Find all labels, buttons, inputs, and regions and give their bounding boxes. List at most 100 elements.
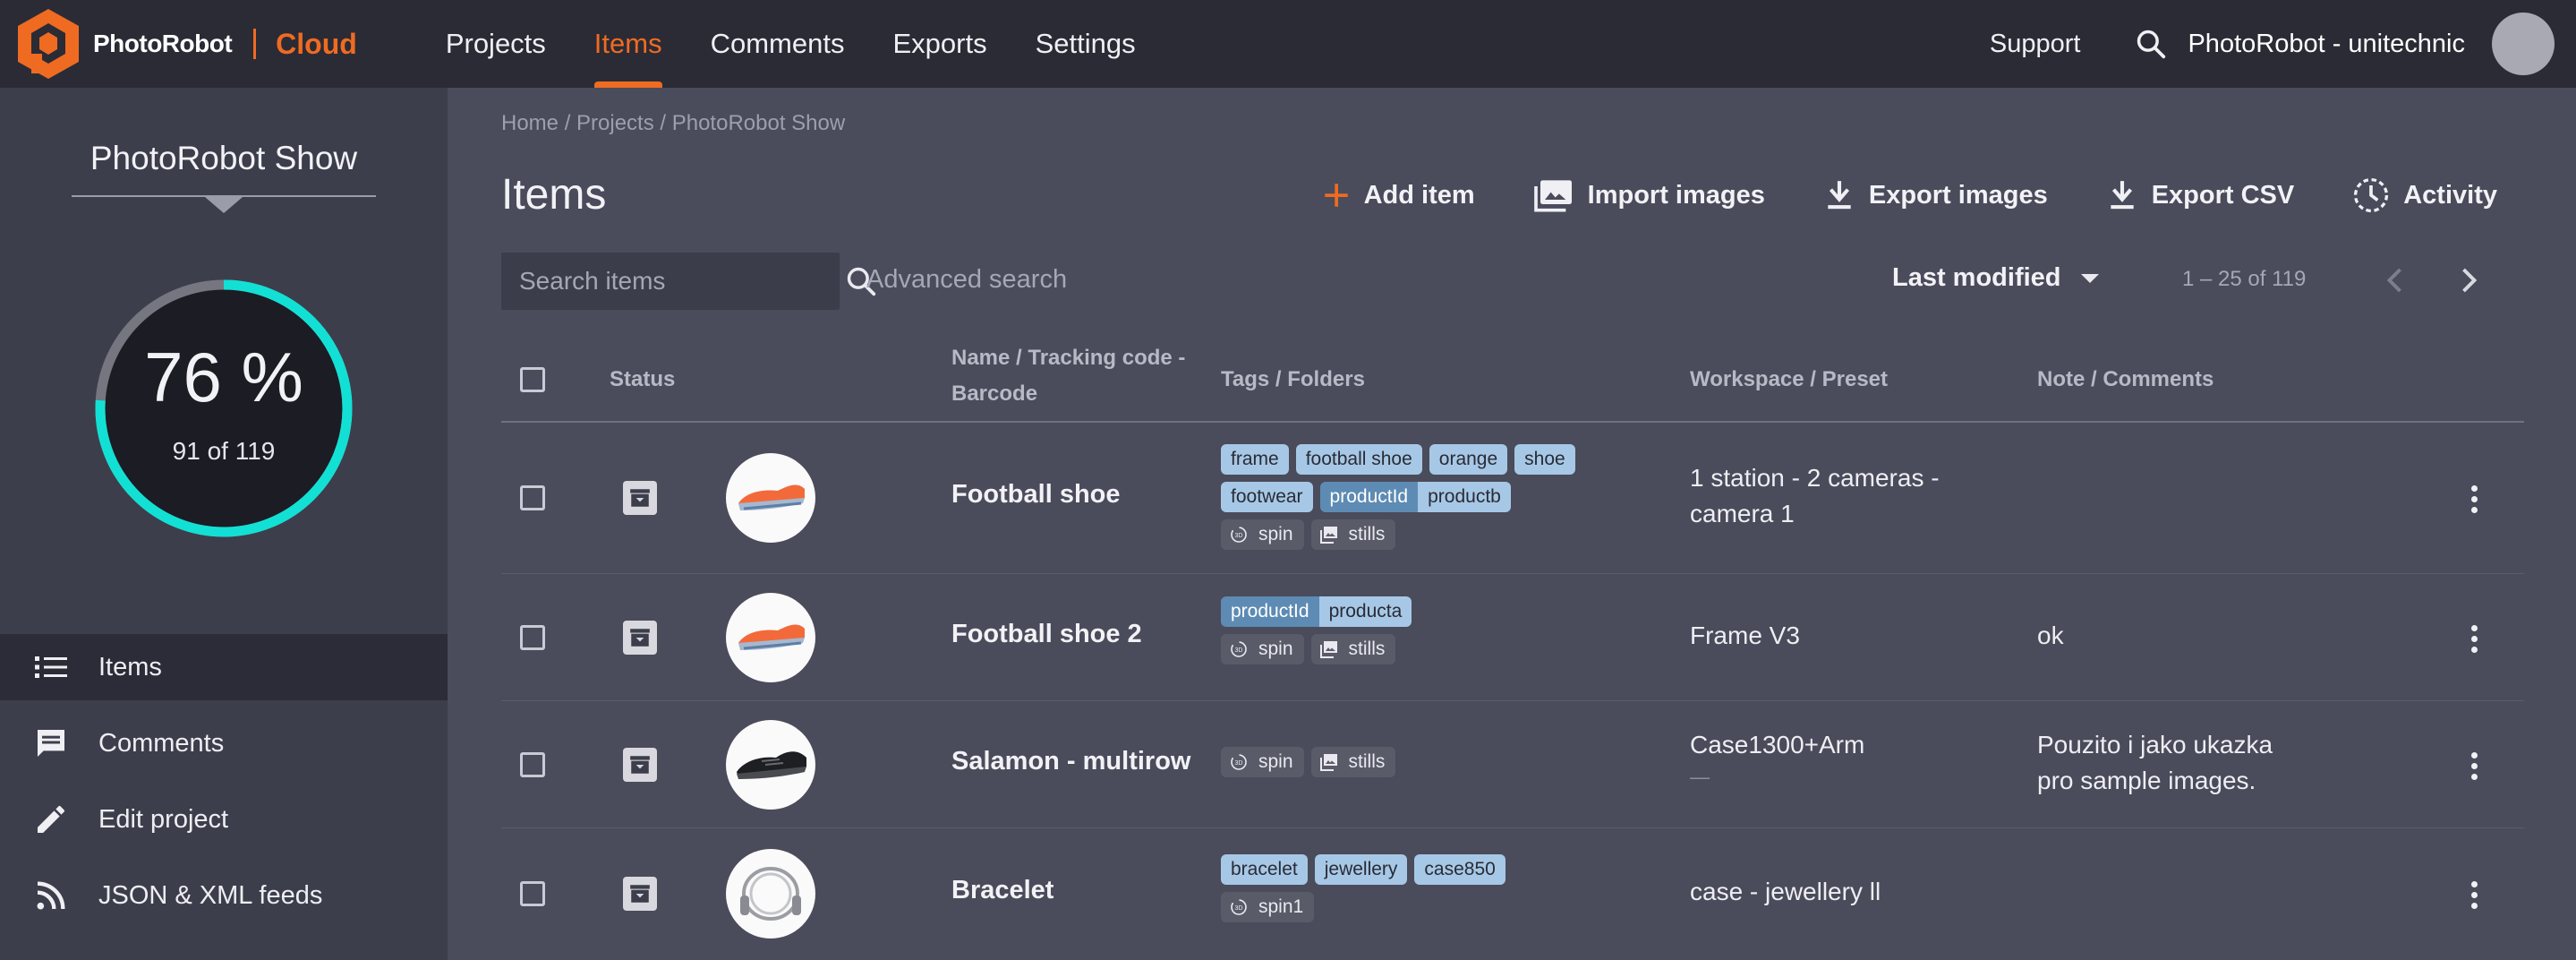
item-name[interactable]: Football shoe [951, 480, 1121, 510]
global-search-icon[interactable] [2134, 27, 2168, 61]
list-icon [30, 654, 72, 681]
tag-chip[interactable]: orange [1429, 444, 1508, 475]
table-row[interactable]: Football shoe frame football shoe orange… [501, 423, 2524, 574]
header-note[interactable]: Note / Comments [2037, 362, 2213, 398]
sort-dropdown[interactable]: Last modified [1892, 263, 2099, 293]
add-item-button[interactable]: Add item [1321, 180, 1475, 210]
sidebar-item-items[interactable]: Items [0, 634, 448, 700]
workspace-line1: 1 station - 2 cameras - [1690, 464, 1940, 492]
folder-label: spin [1258, 524, 1293, 544]
folder-chip[interactable]: 3D spin [1221, 747, 1304, 777]
archive-status-icon [623, 481, 657, 515]
account-name[interactable]: PhotoRobot - unitechnic [2188, 30, 2465, 59]
row-checkbox[interactable] [520, 752, 545, 777]
sidebar-item-label: Items [98, 652, 162, 681]
tag-chip[interactable]: footwear [1221, 482, 1313, 512]
header-name-line1[interactable]: Name / Tracking code - [951, 340, 1185, 376]
item-thumbnail[interactable] [726, 593, 815, 682]
property-value-chip[interactable]: productb [1418, 482, 1511, 512]
main-content: Home / Projects / PhotoRobot Show Items … [448, 88, 2576, 960]
item-tags: 3D spin stills [1221, 747, 1606, 784]
property-key-chip[interactable]: productId [1221, 596, 1319, 627]
property-value-chip[interactable]: producta [1318, 596, 1412, 627]
tag-chip[interactable]: shoe [1514, 444, 1575, 475]
avatar[interactable] [2492, 13, 2555, 75]
spin-3d-icon: 3D [1228, 639, 1250, 660]
tag-chip[interactable]: case850 [1414, 854, 1506, 885]
select-all-checkbox[interactable] [520, 367, 545, 392]
table-row[interactable]: Bracelet bracelet jewellery case850 3D sp… [501, 827, 2524, 960]
tag-chip[interactable]: frame [1221, 444, 1289, 475]
item-name[interactable]: Football shoe 2 [951, 620, 1142, 649]
row-checkbox[interactable] [520, 881, 545, 906]
nav-comments[interactable]: Comments [687, 0, 869, 88]
folder-chip[interactable]: stills [1310, 747, 1396, 777]
nav-settings[interactable]: Settings [1011, 0, 1160, 88]
item-note-line1: Pouzito i jako ukazka [2037, 731, 2273, 759]
property-key-chip[interactable]: productId [1319, 482, 1419, 512]
header-workspace[interactable]: Workspace / Preset [1690, 362, 1888, 398]
breadcrumb[interactable]: Home / Projects / PhotoRobot Show [501, 111, 845, 136]
folder-chip[interactable]: 3D spin [1221, 634, 1304, 664]
search-input[interactable] [501, 266, 844, 296]
support-link[interactable]: Support [1990, 30, 2081, 59]
table-row[interactable]: Football shoe 2 productId producta 3D spi… [501, 573, 2524, 701]
svg-text:3D: 3D [1235, 905, 1243, 912]
sidebar-item-comments[interactable]: Comments [0, 710, 448, 776]
photorobot-logo-icon [18, 9, 79, 79]
search-field [501, 253, 876, 310]
advanced-search-link[interactable]: Advanced search [866, 265, 1067, 295]
nav-exports[interactable]: Exports [868, 0, 1011, 88]
item-tags: bracelet jewellery case850 3D spin1 [1221, 854, 1606, 930]
tag-chip[interactable]: football shoe [1295, 444, 1422, 475]
rss-icon [30, 878, 72, 913]
download-icon [2105, 177, 2139, 213]
chevron-left-icon[interactable] [2383, 263, 2410, 302]
brand-separator [253, 29, 257, 59]
item-note: ok [2037, 621, 2064, 649]
folder-chip[interactable]: 3D spin1 [1221, 892, 1315, 922]
image-folder-icon [1318, 751, 1340, 773]
comment-icon [30, 725, 72, 761]
item-thumbnail[interactable] [726, 720, 815, 810]
sidebar-item-edit-project[interactable]: Edit project [0, 786, 448, 853]
header-tags[interactable]: Tags / Folders [1221, 362, 1365, 398]
more-vert-icon[interactable] [2465, 625, 2483, 657]
project-title[interactable]: PhotoRobot Show [0, 140, 448, 177]
more-vert-icon[interactable] [2465, 881, 2483, 913]
row-checkbox[interactable] [520, 485, 545, 510]
tag-chip[interactable]: bracelet [1221, 854, 1308, 885]
nav-projects[interactable]: Projects [422, 0, 570, 88]
archive-status-icon [623, 621, 657, 655]
folder-label: stills [1348, 639, 1386, 659]
activity-button[interactable]: Activity [2351, 176, 2497, 215]
sidebar-item-label: JSON & XML feeds [98, 880, 323, 910]
table-row[interactable]: Salamon - multirow 3D spin stills Case130… [501, 700, 2524, 828]
more-vert-icon[interactable] [2465, 485, 2483, 518]
export-csv-button[interactable]: Export CSV [2105, 177, 2294, 213]
svg-text:3D: 3D [1235, 533, 1243, 539]
caret-down-icon [2080, 273, 2099, 283]
more-vert-icon[interactable] [2465, 752, 2483, 784]
folder-chip[interactable]: stills [1310, 634, 1396, 664]
spin-3d-icon: 3D [1228, 524, 1250, 545]
workspace-line2: — [1690, 766, 1710, 788]
top-right-controls: Support PhotoRobot - unitechnic [1990, 0, 2576, 88]
sidebar-item-feeds[interactable]: JSON & XML feeds [0, 862, 448, 929]
brand-logo[interactable]: PhotoRobot Cloud [16, 7, 357, 81]
workspace-line1: Case1300+Arm [1690, 731, 1865, 759]
chevron-right-icon[interactable] [2454, 263, 2481, 302]
spin-3d-icon: 3D [1228, 896, 1250, 918]
header-status[interactable]: Status [610, 362, 675, 398]
folder-chip[interactable]: stills [1310, 519, 1396, 550]
export-images-button[interactable]: Export images [1822, 177, 2048, 213]
nav-items[interactable]: Items [570, 0, 687, 88]
tag-chip[interactable]: jewellery [1314, 854, 1408, 885]
import-images-button[interactable]: Import images [1532, 177, 1765, 213]
item-thumbnail[interactable] [726, 453, 815, 543]
item-name[interactable]: Bracelet [951, 876, 1053, 905]
item-thumbnail[interactable] [726, 849, 815, 939]
folder-chip[interactable]: 3D spin [1221, 519, 1304, 550]
item-name[interactable]: Salamon - multirow [951, 747, 1190, 776]
row-checkbox[interactable] [520, 625, 545, 650]
